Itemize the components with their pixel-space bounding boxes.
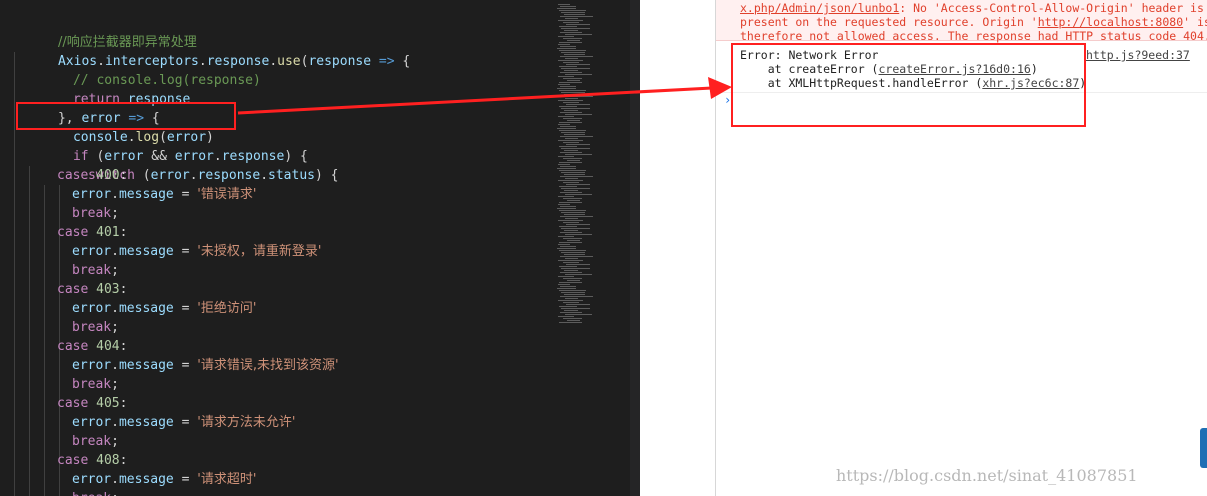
watermark: https://blog.csdn.net/sinat_41087851 xyxy=(836,466,1138,485)
side-feedback-tab[interactable] xyxy=(1200,428,1207,468)
annotation-arrow xyxy=(237,77,732,115)
arrow-shaft xyxy=(237,86,713,115)
arrow-head xyxy=(708,77,732,99)
